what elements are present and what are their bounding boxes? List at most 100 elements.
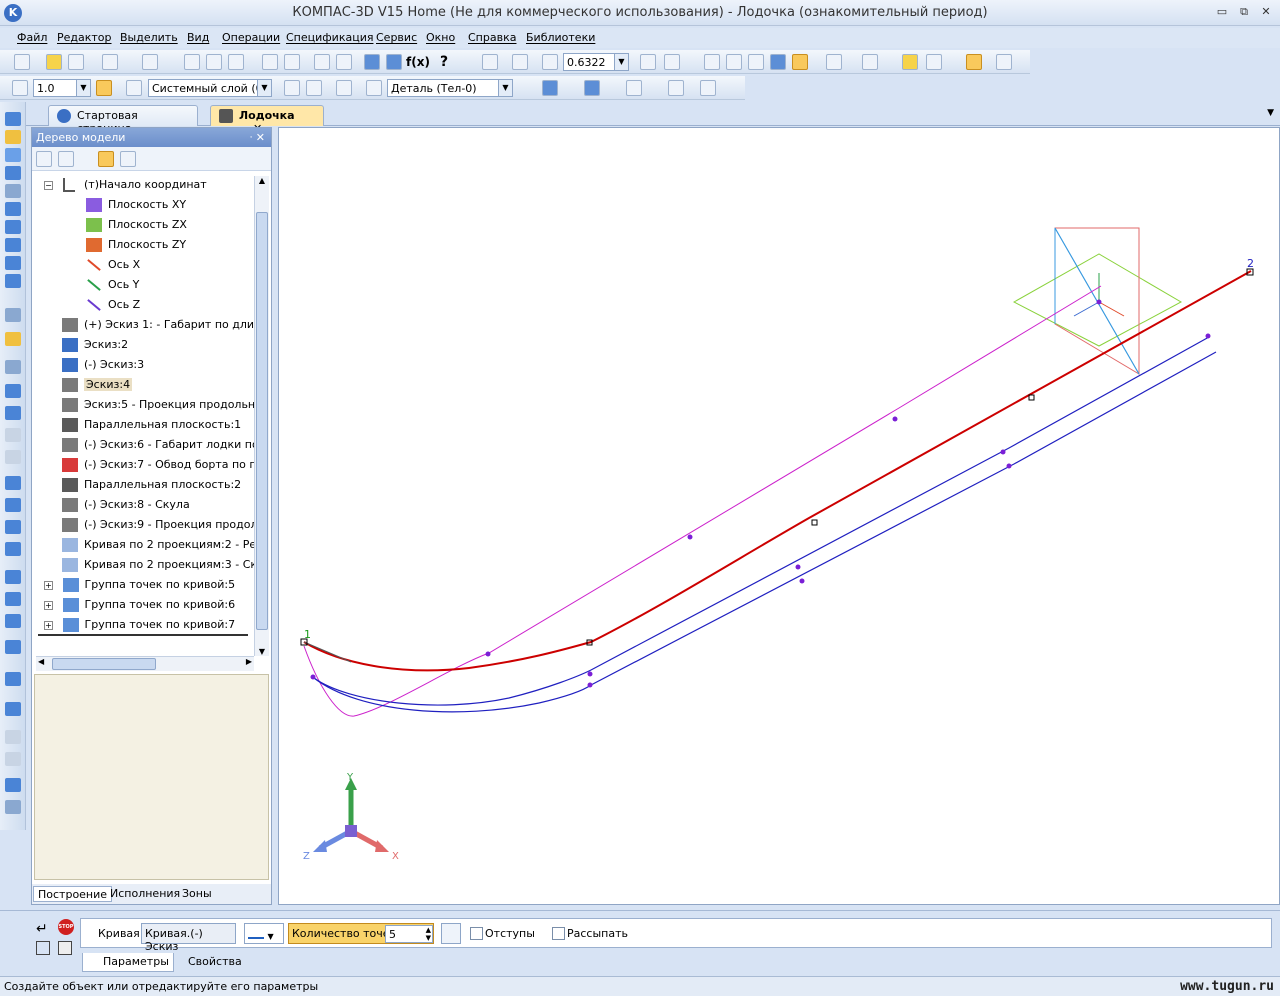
- curve-point[interactable]: [485, 651, 491, 657]
- zoom-combo[interactable]: 0.6322 ▼: [563, 53, 629, 71]
- points-by-curve-icon[interactable]: [5, 332, 21, 346]
- tree-item-parallel-plane-2[interactable]: Параллельная плоскость:2: [62, 476, 241, 494]
- menu-specification[interactable]: Спецификация: [286, 31, 373, 44]
- box-icon[interactable]: [902, 54, 918, 70]
- curve-point[interactable]: [1000, 449, 1006, 455]
- section-icon[interactable]: [668, 80, 684, 96]
- spline-icon[interactable]: [5, 498, 21, 512]
- help-panel-icon[interactable]: [58, 941, 72, 955]
- part-icon[interactable]: [366, 80, 382, 96]
- stepper-icon[interactable]: ▲ ▼: [426, 926, 431, 942]
- hidden-thin-icon[interactable]: [748, 54, 764, 70]
- layer-combo[interactable]: Системный слой (0) ▼: [148, 79, 272, 97]
- open-file-icon[interactable]: [46, 54, 62, 70]
- menu-file[interactable]: Файл: [17, 31, 47, 44]
- grid-icon[interactable]: [12, 80, 28, 96]
- tree-item-sketch-9[interactable]: (-) Эскиз:9 - Проекция продольн: [62, 516, 254, 534]
- curve-point[interactable]: [687, 534, 693, 540]
- panel-controls[interactable]: ᐧ ✕: [249, 131, 265, 144]
- menu-select[interactable]: Выделить: [120, 31, 178, 44]
- line-icon[interactable]: [5, 384, 21, 398]
- model-viewport[interactable]: 1 2 Y X Z: [278, 127, 1280, 905]
- tree-item-sketch-2[interactable]: Эскиз:2: [62, 336, 128, 354]
- curve-point[interactable]: [1205, 333, 1211, 339]
- zoom-fit-icon[interactable]: [512, 54, 528, 70]
- rotate-icon[interactable]: [640, 54, 656, 70]
- projection-curve-icon[interactable]: [5, 570, 21, 584]
- print-icon[interactable]: [102, 54, 118, 70]
- tree-item-axis-y[interactable]: Ось Y: [86, 276, 139, 294]
- scroll-thumb[interactable]: [256, 212, 268, 630]
- curve-point[interactable]: [310, 674, 316, 680]
- tree-item-plane-zx[interactable]: Плоскость ZX: [86, 216, 187, 234]
- curve-point[interactable]: [587, 682, 593, 688]
- tree-item-axis-z[interactable]: Ось Z: [86, 296, 140, 314]
- save-icon[interactable]: [68, 54, 84, 70]
- tab-zones[interactable]: Зоны: [178, 886, 216, 902]
- curve-point[interactable]: [1006, 463, 1012, 469]
- scroll-up-icon[interactable]: ▲: [255, 176, 269, 190]
- editing-icon[interactable]: [5, 112, 21, 126]
- scatter-checkbox[interactable]: [552, 927, 565, 940]
- tree-filter-icon[interactable]: [120, 151, 136, 167]
- tree-item-point-group-7[interactable]: + Группа точек по кривой:7: [44, 616, 235, 634]
- menu-service[interactable]: Сервис: [376, 31, 417, 44]
- properties-icon[interactable]: [284, 54, 300, 70]
- aux-geometry-icon[interactable]: [5, 184, 21, 198]
- tree-horizontal-scrollbar[interactable]: ◀ ▶: [36, 656, 254, 671]
- curve-formula-icon[interactable]: [5, 542, 21, 556]
- redo-icon[interactable]: [336, 54, 352, 70]
- conic-curve-icon[interactable]: [5, 640, 21, 654]
- scroll-left-icon[interactable]: ◀: [38, 657, 44, 666]
- tree-item-sketch-3[interactable]: (-) Эскиз:3: [62, 356, 144, 374]
- tab-build[interactable]: Построение: [33, 886, 113, 902]
- menu-window[interactable]: Окно: [426, 31, 455, 44]
- intersection-curve-icon[interactable]: [5, 614, 21, 628]
- wireframe-icon[interactable]: [704, 54, 720, 70]
- tree-item-sketch-6[interactable]: (-) Эскиз:6 - Габарит лодки по ш: [62, 436, 254, 454]
- expand-icon[interactable]: +: [44, 600, 53, 610]
- parametrize-icon[interactable]: [336, 80, 352, 96]
- trim-curve-icon[interactable]: [5, 778, 21, 792]
- tree-item-sketch-8[interactable]: (-) Эскиз:8 - Скула: [62, 496, 190, 514]
- scroll-down-icon[interactable]: ▼: [255, 647, 269, 656]
- red-curve[interactable]: [303, 270, 1252, 672]
- scale-combo[interactable]: 1.0 ▼: [33, 79, 91, 97]
- tree-item-sketch-4[interactable]: Эскиз:4: [62, 376, 133, 394]
- point-group-icon[interactable]: [5, 360, 21, 374]
- variables-icon[interactable]: [386, 54, 402, 70]
- curve-2-projections-icon[interactable]: [5, 592, 21, 606]
- minimize-button[interactable]: ▭: [1214, 5, 1230, 19]
- tab-executions[interactable]: Исполнения: [106, 886, 184, 902]
- tree-structure-icon[interactable]: [36, 151, 52, 167]
- tab-properties[interactable]: Свойства: [168, 953, 246, 972]
- tree-item-origin[interactable]: − (т)Начало координат: [44, 176, 207, 194]
- surfaces-icon[interactable]: [5, 148, 21, 162]
- tree-item-axis-x[interactable]: Ось X: [86, 256, 140, 274]
- menu-view[interactable]: Вид: [187, 31, 209, 44]
- light-icon[interactable]: [626, 80, 642, 96]
- paste-icon[interactable]: [228, 54, 244, 70]
- scroll-right-icon[interactable]: ▶: [246, 657, 252, 666]
- diagnostics-icon[interactable]: [5, 202, 21, 216]
- tree-view-icon[interactable]: [98, 151, 114, 167]
- direction-icon[interactable]: [441, 923, 461, 944]
- sketch-icon[interactable]: [284, 80, 300, 96]
- tree-item-plane-xy[interactable]: Плоскость XY: [86, 196, 186, 214]
- tree-item-point-group-6[interactable]: + Группа точек по кривой:6: [44, 596, 235, 614]
- red-curve-point[interactable]: [811, 519, 818, 526]
- tree-item-sketch-1[interactable]: (+) Эскиз 1: - Габарит по длине: [62, 316, 254, 334]
- expand-icon[interactable]: +: [44, 580, 53, 590]
- zoom-icon[interactable]: [542, 54, 558, 70]
- format-painter-icon[interactable]: [262, 54, 278, 70]
- point-icon[interactable]: [5, 308, 21, 322]
- fx-button[interactable]: f(x): [406, 55, 430, 69]
- print-preview-icon[interactable]: [142, 54, 158, 70]
- menu-libraries[interactable]: Библиотеки: [526, 31, 595, 44]
- tree-item-plane-zy[interactable]: Плоскость ZY: [86, 236, 186, 254]
- part-combo[interactable]: Деталь (Тел-0) ▼: [387, 79, 513, 97]
- dimensions-icon[interactable]: [700, 80, 716, 96]
- tree-item-point-group-5[interactable]: + Группа точек по кривой:5: [44, 576, 235, 594]
- halftone-icon[interactable]: [770, 54, 786, 70]
- extend-curve-icon[interactable]: [5, 800, 21, 814]
